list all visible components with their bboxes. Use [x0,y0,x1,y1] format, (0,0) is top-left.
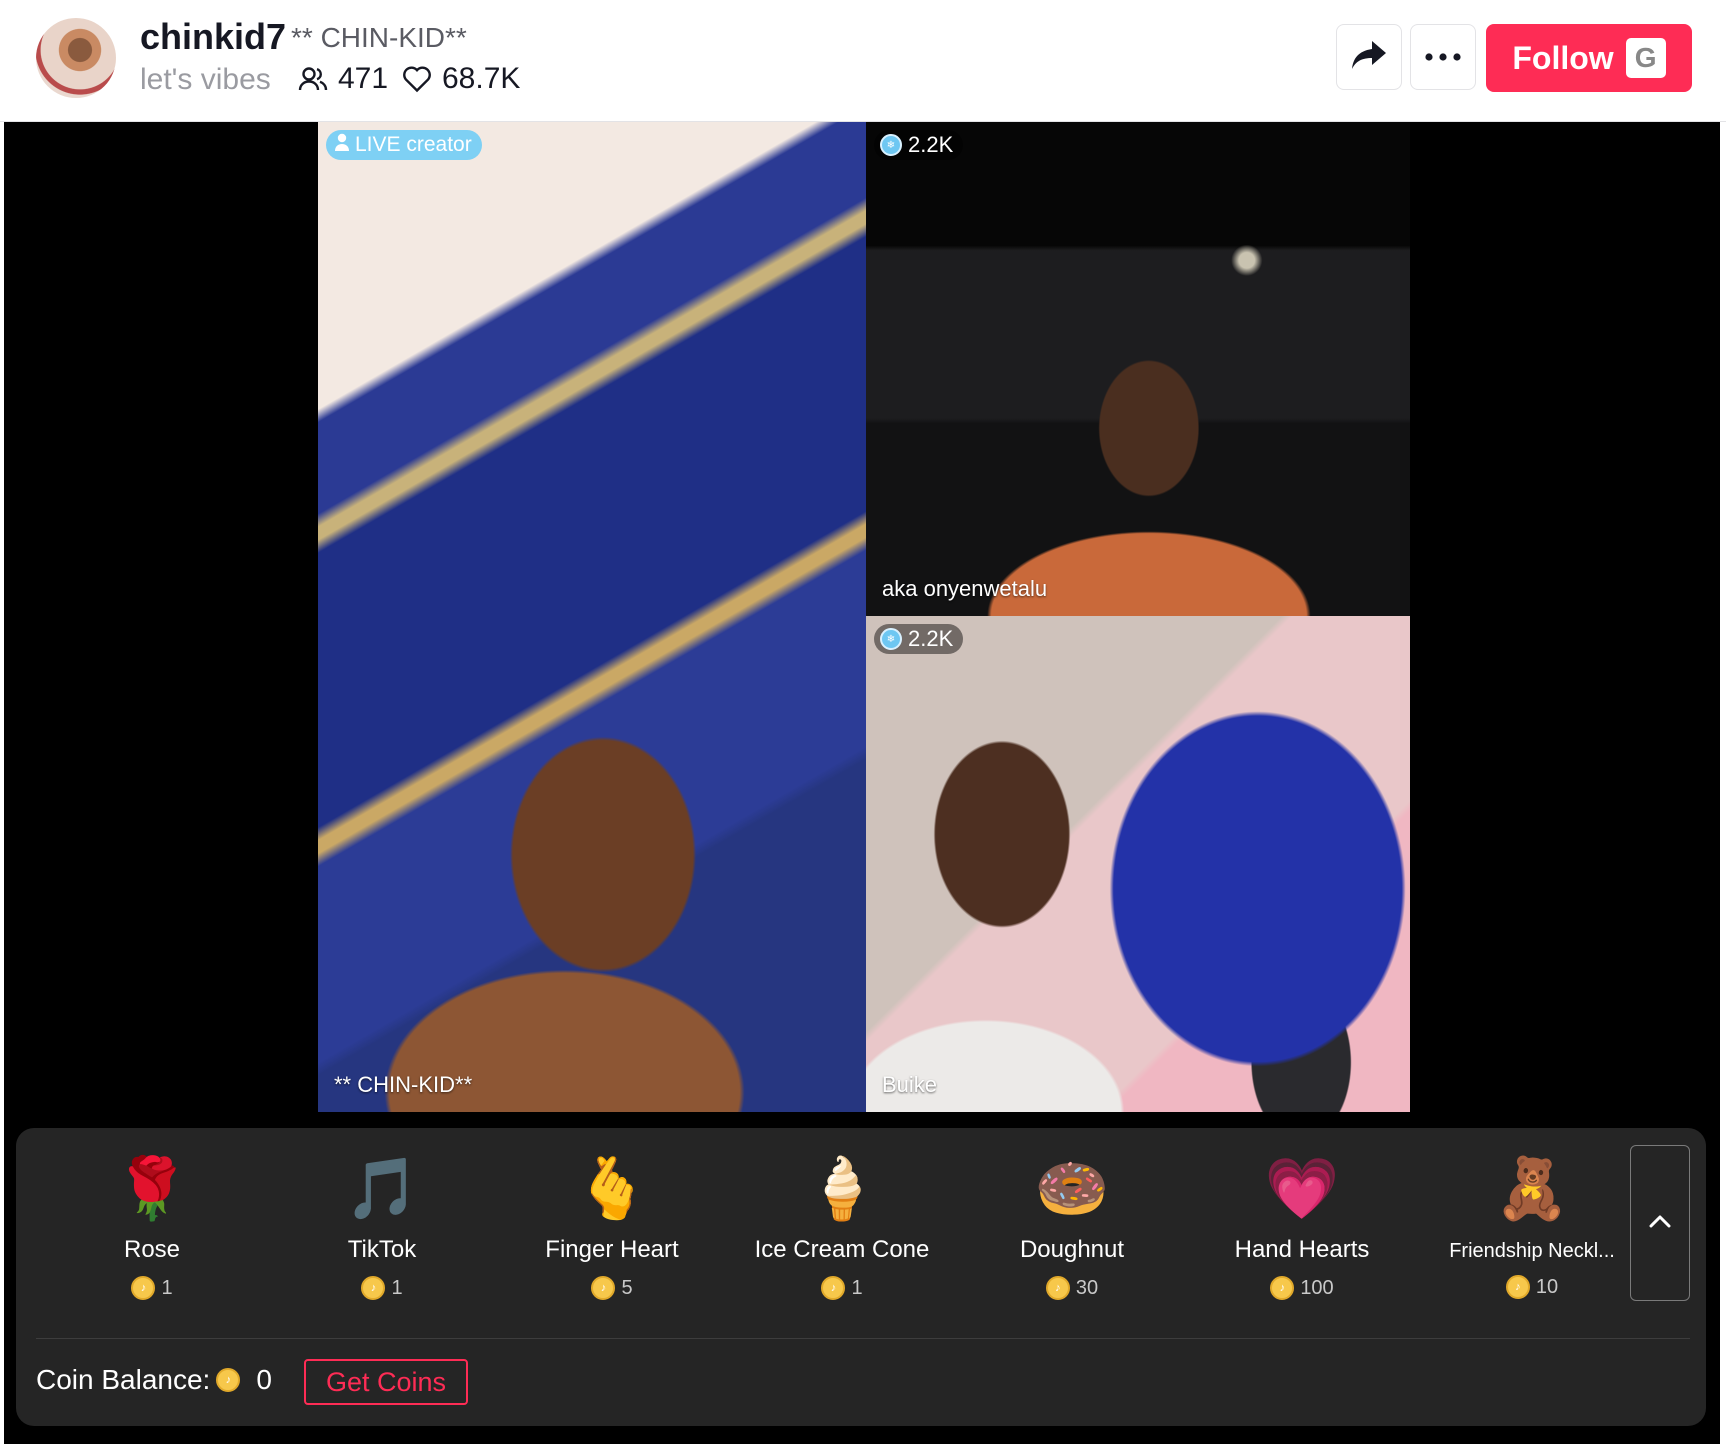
live-header: chinkid7 ** CHIN-KID** let's vibes 471 6… [0,0,1726,122]
gift-price-value: 1 [851,1276,863,1299]
snowflake-icon: ❄ [880,628,902,650]
follow-button[interactable]: Follow G [1486,24,1692,92]
gift-name: Doughnut [1019,1236,1125,1263]
guest-score-value: 2.2K [908,132,954,157]
gift-price: ♪ 1 [37,1276,267,1300]
gift-friendship-necklace[interactable]: 🧸 Friendship Neckl... ♪ 10 [1417,1152,1647,1327]
host-video-tile[interactable]: LIVE creator ** CHIN-KID** [318,122,866,1112]
gift-price-value: 1 [161,1276,173,1299]
more-dots-icon [1424,48,1462,66]
snowflake-icon: ❄ [880,134,902,156]
gift-price: ♪ 1 [727,1276,957,1300]
viewer-count-value: 471 [338,62,389,95]
person-icon [334,133,350,157]
coin-icon: ♪ [591,1276,616,1300]
gift-price: ♪ 10 [1417,1275,1647,1299]
guest-video-tile[interactable]: ❄ 2.2K aka onyenwetalu [866,122,1410,616]
gift-panel: 🌹 Rose ♪ 1 🎵 TikTok ♪ 1 🫰 Finger Heart ♪ 5 … [16,1128,1706,1426]
guest-score-value: 2.2K [908,626,954,651]
host-nickname: ** CHIN-KID** [291,22,467,53]
gift-finger-heart[interactable]: 🫰 Finger Heart ♪ 5 [497,1152,727,1327]
host-avatar[interactable] [36,18,116,98]
guest-score-badge: ❄ 2.2K [874,130,964,160]
gift-name: Friendship Neckl... [1449,1240,1615,1262]
guest-score-badge: ❄ 2.2K [874,624,964,654]
viewers-icon [298,66,328,92]
share-button[interactable] [1336,24,1402,90]
coin-icon: ♪ [821,1276,846,1300]
gift-doughnut[interactable]: 🍩 Doughnut ♪ 30 [957,1152,1187,1327]
gift-hand-hearts[interactable]: 💗 Hand Hearts ♪ 100 [1187,1152,1417,1327]
gift-price-value: 30 [1075,1276,1099,1299]
rose-icon: 🌹 [114,1155,190,1222]
teddy-bear-icon: 🧸 [1494,1155,1570,1222]
gift-name: TikTok [347,1236,417,1263]
coin-icon: ♪ [1505,1275,1530,1299]
like-count: 68.7K [402,62,520,96]
host-tile-name: ** CHIN-KID** [334,1072,473,1097]
share-arrow-icon [1350,39,1388,76]
live-creator-label: LIVE creator [355,133,472,156]
stream-title: let's vibes [140,63,271,96]
coin-balance-value: 0 [256,1364,272,1395]
gift-price: ♪ 100 [1187,1276,1417,1300]
panel-divider [36,1338,1690,1339]
gift-ice-cream-cone[interactable]: 🍦 Ice Cream Cone ♪ 1 [727,1152,957,1327]
coin-icon: ♪ [216,1368,241,1392]
gift-price-value: 10 [1535,1275,1559,1298]
gift-price-value: 100 [1300,1276,1334,1299]
ice-cream-icon: 🍦 [804,1155,880,1222]
coin-icon: ♪ [1270,1276,1295,1300]
more-options-button[interactable] [1410,24,1476,90]
coin-balance: Coin Balance: ♪ 0 [36,1364,272,1396]
chevron-up-icon [1648,1213,1672,1234]
viewer-count: 471 [298,62,388,96]
doughnut-icon: 🍩 [1034,1155,1110,1222]
tiktok-note-icon: 🎵 [344,1155,420,1222]
guest-tile-name: Buike [882,1072,938,1097]
follow-label: Follow [1512,39,1614,76]
coin-icon: ♪ [1045,1276,1070,1300]
gift-tiktok[interactable]: 🎵 TikTok ♪ 1 [267,1152,497,1327]
heart-icon [402,65,432,93]
hand-hearts-icon: 💗 [1264,1155,1340,1222]
gift-name: Rose [123,1236,181,1263]
live-creator-badge: LIVE creator [326,130,482,160]
guest-video-tile[interactable]: ❄ 2.2K Buike [866,616,1410,1112]
gift-price: ♪ 5 [497,1276,727,1300]
gift-price: ♪ 1 [267,1276,497,1300]
expand-gifts-button[interactable] [1630,1145,1690,1301]
gift-price-value: 1 [391,1276,403,1299]
gift-rose[interactable]: 🌹 Rose ♪ 1 [37,1152,267,1327]
guest-tile-name: aka onyenwetalu [882,576,1048,601]
keyboard-shortcut-badge: G [1625,38,1666,78]
coin-icon: ♪ [361,1276,386,1300]
gift-price-value: 5 [621,1276,633,1299]
host-username[interactable]: chinkid7 [140,16,286,58]
gift-name: Finger Heart [545,1236,679,1263]
gift-name: Ice Cream Cone [754,1236,930,1263]
coin-icon: ♪ [131,1276,156,1300]
like-count-value: 68.7K [442,62,521,95]
gift-name: Hand Hearts [1234,1236,1370,1263]
get-coins-button[interactable]: Get Coins [304,1359,468,1405]
gift-list: 🌹 Rose ♪ 1 🎵 TikTok ♪ 1 🫰 Finger Heart ♪ 5 … [16,1128,1636,1328]
coin-balance-label: Coin Balance: [36,1364,211,1395]
gift-price: ♪ 30 [957,1276,1187,1300]
finger-heart-icon: 🫰 [574,1155,650,1222]
